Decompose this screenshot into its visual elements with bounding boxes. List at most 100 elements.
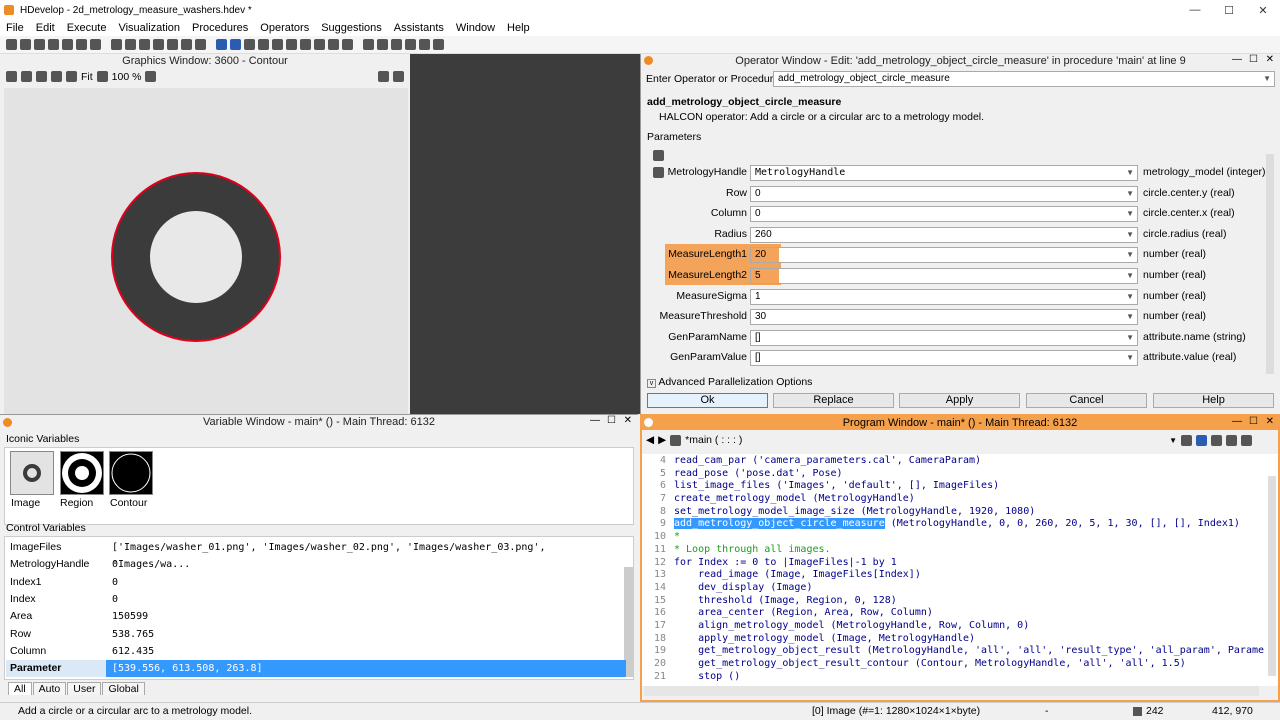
magnify-icon[interactable] bbox=[51, 71, 62, 82]
menu-file[interactable]: File bbox=[0, 22, 30, 34]
param-chevron-icon-9[interactable]: ▼ bbox=[1126, 351, 1134, 365]
param-field-0[interactable]: MetrologyHandle ▼ bbox=[750, 165, 1138, 181]
zoom-window-icon[interactable] bbox=[405, 39, 416, 50]
menu-window[interactable]: Window bbox=[450, 22, 501, 34]
iconic-image-thumb[interactable] bbox=[10, 451, 54, 495]
param-chevron-icon-6[interactable]: ▼ bbox=[1126, 290, 1134, 304]
code-line[interactable]: 13 read_image (Image, ImageFiles[Index]) bbox=[642, 569, 1264, 582]
paste-icon[interactable] bbox=[139, 39, 150, 50]
code-line[interactable]: 9 add_metrology_object_circle_measure (Me… bbox=[642, 518, 1264, 531]
control-variable-row[interactable]: Index1 0 bbox=[6, 574, 626, 591]
graphics-canvas[interactable] bbox=[4, 88, 408, 414]
iconic-region-thumb[interactable] bbox=[60, 451, 104, 495]
new-file-icon[interactable] bbox=[6, 39, 17, 50]
print-icon[interactable] bbox=[76, 39, 87, 50]
menu-help[interactable]: Help bbox=[501, 22, 536, 34]
move-icon[interactable] bbox=[21, 71, 32, 82]
code-line[interactable]: 18 apply_metrology_model (Image, Metrolo… bbox=[642, 633, 1264, 646]
step-over-icon[interactable] bbox=[230, 39, 241, 50]
code-line[interactable]: 4 read_cam_par ('camera_parameters.cal', … bbox=[642, 455, 1264, 468]
param-chevron-icon-1[interactable]: ▼ bbox=[1126, 187, 1134, 201]
close-file-icon[interactable] bbox=[90, 39, 101, 50]
minimize-button[interactable]: — bbox=[1178, 0, 1212, 20]
code-line[interactable]: 10 * bbox=[642, 531, 1264, 544]
variable-minimize-icon[interactable]: — bbox=[590, 415, 600, 426]
stack-icon[interactable] bbox=[328, 39, 339, 50]
code-line[interactable]: 11 * Loop through all images. bbox=[642, 544, 1264, 557]
program-tool-1-icon[interactable] bbox=[1181, 434, 1193, 446]
back-arrow-icon[interactable]: ◀ bbox=[646, 434, 654, 446]
variable-maximize-icon[interactable]: ☐ bbox=[607, 415, 616, 426]
profiler-icon[interactable] bbox=[342, 39, 353, 50]
param-field-2[interactable]: 0 ▼ bbox=[750, 206, 1138, 223]
code-line[interactable]: 14 dev_display (Image) bbox=[642, 582, 1264, 595]
param-chevron-icon-8[interactable]: ▼ bbox=[1126, 331, 1134, 345]
close-button[interactable]: ✕ bbox=[1246, 0, 1280, 20]
menu-procedures[interactable]: Procedures bbox=[186, 22, 254, 34]
help-button[interactable]: Help bbox=[1153, 393, 1274, 408]
line-profile-icon[interactable] bbox=[391, 39, 402, 50]
advanced-options[interactable]: v Advanced Parallelization Options bbox=[647, 376, 812, 388]
param-scrollbar[interactable] bbox=[1266, 154, 1274, 374]
control-variable-row[interactable]: Row 538.765 bbox=[6, 626, 626, 643]
operator-input[interactable]: add_metrology_object_circle_measure ▼ bbox=[773, 71, 1275, 87]
param-chevron-icon-4[interactable]: ▼ bbox=[1126, 248, 1134, 262]
param-field-8[interactable]: [] ▼ bbox=[750, 329, 1138, 346]
replace-icon[interactable] bbox=[195, 39, 206, 50]
operator-input-chevron-icon[interactable]: ▼ bbox=[1263, 72, 1271, 86]
code-line[interactable]: 15 threshold (Image, Region, 0, 128) bbox=[642, 595, 1264, 608]
run-icon[interactable] bbox=[216, 39, 227, 50]
reset-icon[interactable] bbox=[286, 39, 297, 50]
iconic-contour-thumb[interactable] bbox=[109, 451, 153, 495]
zoom-percent-icon[interactable] bbox=[96, 71, 108, 82]
code-line[interactable]: 8 set_metrology_model_image_size (Metrolo… bbox=[642, 506, 1264, 519]
maximize-button[interactable]: ☐ bbox=[1212, 0, 1246, 20]
menu-assistants[interactable]: Assistants bbox=[388, 22, 450, 34]
fit-icon[interactable] bbox=[66, 71, 77, 82]
zoom-icon[interactable] bbox=[36, 71, 47, 82]
param-options-icon[interactable] bbox=[653, 150, 664, 161]
control-variable-row[interactable]: Column 612.435 bbox=[6, 643, 626, 660]
program-maximize-icon[interactable]: ☐ bbox=[1249, 416, 1258, 427]
tab-all[interactable]: All bbox=[8, 682, 32, 695]
code-line[interactable]: 16 area_center (Region, Area, Row, Colum… bbox=[642, 607, 1264, 620]
program-minimize-icon[interactable]: — bbox=[1232, 416, 1242, 427]
operator-close-icon[interactable]: ✕ bbox=[1266, 54, 1274, 65]
menu-edit[interactable]: Edit bbox=[30, 22, 61, 34]
replace-button[interactable]: Replace bbox=[773, 393, 894, 408]
cancel-button[interactable]: Cancel bbox=[1026, 393, 1147, 408]
open-file-icon[interactable] bbox=[20, 39, 31, 50]
pin-icon[interactable] bbox=[378, 71, 389, 82]
cut-icon[interactable] bbox=[111, 39, 122, 50]
code-line[interactable]: 20 get_metrology_object_result_contour (… bbox=[642, 658, 1264, 671]
tab-user[interactable]: User bbox=[67, 682, 102, 695]
redo-icon[interactable] bbox=[167, 39, 178, 50]
procedure-chevron-icon[interactable]: ▼ bbox=[1169, 436, 1177, 445]
param-chevron-icon-0[interactable]: ▼ bbox=[1126, 166, 1134, 180]
code-hscrollbar[interactable] bbox=[644, 686, 1259, 696]
program-close-icon[interactable]: ✕ bbox=[1266, 416, 1274, 427]
menu-execute[interactable]: Execute bbox=[61, 22, 113, 34]
code-line[interactable]: 19 get_metrology_object_result (Metrolog… bbox=[642, 645, 1264, 658]
expand-chevron-icon[interactable]: v bbox=[647, 379, 656, 388]
program-tool-4-icon[interactable] bbox=[1226, 434, 1238, 446]
copy-icon[interactable] bbox=[125, 39, 136, 50]
find-icon[interactable] bbox=[181, 39, 192, 50]
param-chevron-icon-5[interactable]: ▼ bbox=[1126, 269, 1134, 283]
settings-icon[interactable] bbox=[393, 71, 404, 82]
stop-icon[interactable] bbox=[272, 39, 283, 50]
selected-operator[interactable]: add_metrology_object_circle_measure bbox=[674, 518, 885, 530]
param-chevron-icon-7[interactable]: ▼ bbox=[1126, 310, 1134, 324]
code-editor[interactable]: 4 read_cam_par ('camera_parameters.cal', … bbox=[642, 454, 1278, 686]
code-line[interactable]: 21 stop () bbox=[642, 671, 1264, 684]
param-chevron-icon-3[interactable]: ▼ bbox=[1126, 228, 1134, 242]
code-line[interactable]: 17 align_metrology_model (MetrologyHandl… bbox=[642, 620, 1264, 633]
step-into-icon[interactable] bbox=[244, 39, 255, 50]
operator-minimize-icon[interactable]: — bbox=[1232, 54, 1242, 65]
step-out-icon[interactable] bbox=[258, 39, 269, 50]
feature-inspect-icon[interactable] bbox=[433, 39, 444, 50]
control-variable-row[interactable]: Area 150599 bbox=[6, 608, 626, 625]
menu-suggestions[interactable]: Suggestions bbox=[315, 22, 388, 34]
forward-arrow-icon[interactable]: ▶ bbox=[658, 434, 666, 446]
save-icon[interactable] bbox=[48, 39, 59, 50]
